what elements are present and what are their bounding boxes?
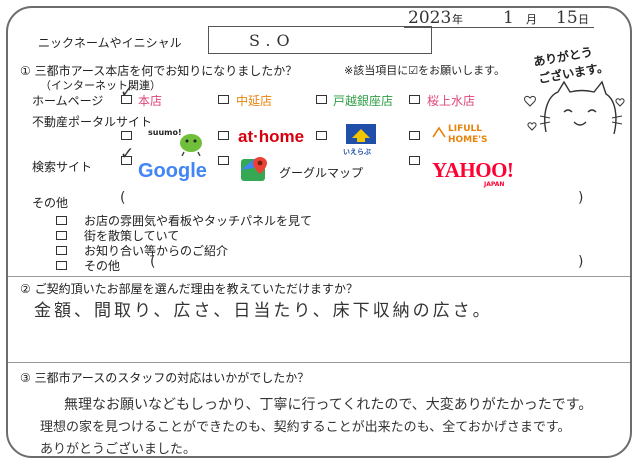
yahoo-logo-text: YAHOO! [432,158,514,182]
other-paren-close: ) [578,190,584,206]
homepage-option-label: 本店 [138,94,163,108]
nickname-label: ニックネームやイニシャル [38,36,182,50]
checkbox-icon[interactable] [218,131,229,140]
checkbox-icon[interactable] [409,156,420,165]
nickname-field[interactable]: S.O [208,26,432,54]
q1-note: ※該当項目に☑をお願いします。 [344,64,505,77]
homepage-option-label: 戸越銀座店 [333,94,394,108]
nickname-value: S.O [249,31,296,50]
homepage-label: ホームページ [32,94,104,108]
other-paren-open: ( [120,190,126,206]
checkbox-icon[interactable] [56,216,67,225]
lifull-logo-text: LIFULL HOME'S [448,124,488,145]
checkbox-icon[interactable] [218,95,229,104]
other-label: その他 [32,196,69,210]
check-mark-icon: ✓ [120,144,135,164]
ierabu-house-icon [346,124,376,144]
search-label: 検索サイト [32,160,93,174]
yahoo-logo-sub: JAPAN [484,181,505,188]
athome-logo-text: at·home [238,127,305,146]
checkbox-icon[interactable] [56,261,67,270]
q3-label: ③ 三都市アースのスタッフの対応はいかがでしたか？ [20,371,310,385]
ierabu-logo-text: いえらぶ [343,148,371,156]
date-year: 2023 [408,8,452,28]
checkbox-icon[interactable] [409,131,420,140]
other-item-paren-open: ( [150,254,156,270]
date-underline [404,27,594,28]
q1-sub: （インターネット関連） [40,79,161,92]
heart-icon [524,95,536,107]
q3-answer-line-3: ありがとうございました。 [40,442,197,457]
section-divider-1 [8,276,630,277]
q2-answer: 金額、間取り、広さ、日当たり、床下収納の広さ。 [34,301,493,321]
checkbox-icon[interactable] [121,131,132,140]
checkbox-icon[interactable] [56,246,67,255]
check-mark-icon: ✓ [120,82,135,102]
other-item-label: その他 [84,259,121,273]
date-month-unit: 月 [526,13,537,26]
date-year-unit: 年 [452,13,463,26]
google-maps-label: グーグルマップ [279,166,364,180]
checkbox-icon[interactable] [316,131,327,140]
suumo-mascot-icon [180,134,202,156]
google-logo-text: Google [138,160,207,182]
checkbox-icon[interactable] [218,156,229,165]
checkbox-icon[interactable] [316,95,327,104]
q3-answer-line-1: 無理なお願いなどもしっかり、丁寧に行ってくれたので、大変ありがたかったです。 [64,397,593,413]
cat-mascot-icon [524,80,625,135]
q2-label: ② ご契約頂いたお部屋を選んだ理由を教えていただけますか？ [20,282,358,296]
other-item-paren-close: ) [578,254,584,270]
lifull-logo-icon [432,126,446,138]
portal-label: 不動産ポータルサイト [32,115,153,129]
section-divider-2 [8,362,630,363]
date-month: 1 [503,8,514,28]
date-day-unit: 日 [578,13,589,26]
q3-answer-line-2: 理想の家を見つけることができたのも、契約することが出来たのも、全ておかげさまです… [40,420,571,435]
homepage-option-label: 中延店 [236,94,273,108]
checkbox-icon[interactable] [409,95,420,104]
google-maps-icon [241,157,267,181]
homepage-option-label: 桜上水店 [427,94,476,108]
checkbox-icon[interactable] [56,231,67,240]
date-day: 15 [556,8,578,28]
